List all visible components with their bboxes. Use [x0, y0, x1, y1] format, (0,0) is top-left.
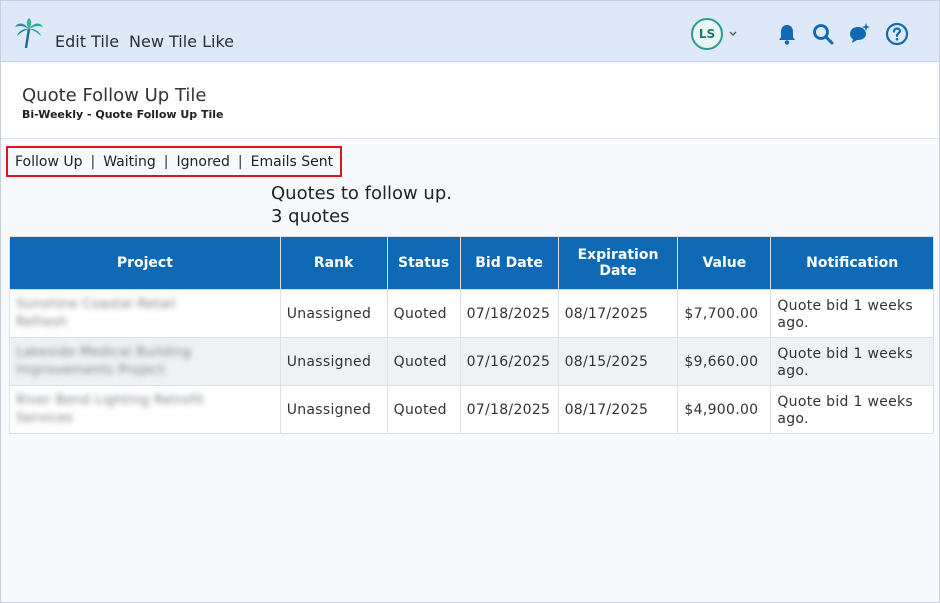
tab-separator: |	[163, 153, 169, 170]
project-name-redacted[interactable]: Sunshine Coastal Retail Refresh	[16, 296, 231, 332]
quotes-heading: Quotes to follow up.	[271, 183, 452, 204]
column-header-value[interactable]: Value	[677, 236, 772, 290]
cell-value: $7,700.00	[677, 289, 772, 338]
cell-value: $9,660.00	[677, 337, 772, 386]
palm-tree-logo[interactable]	[14, 17, 44, 49]
column-header-expiration-date[interactable]: Expiration Date	[557, 236, 679, 290]
cell-notification: Quote bid 1 weeks ago.	[770, 385, 934, 434]
project-name-redacted[interactable]: Lakeside Medical Building Improvements P…	[16, 344, 231, 380]
cell-rank: Unassigned	[279, 337, 388, 386]
cell-status: Quoted	[386, 337, 461, 386]
cell-status: Quoted	[386, 289, 461, 338]
column-header-bid-date[interactable]: Bid Date	[459, 236, 559, 290]
cell-expiration-date: 08/15/2025	[557, 337, 679, 386]
cell-project[interactable]: River Bend Lighting Retrofit Services	[9, 385, 281, 434]
tab-ignored[interactable]: Ignored	[177, 154, 230, 170]
tab-emails-sent[interactable]: Emails Sent	[251, 154, 333, 170]
tab-follow-up[interactable]: Follow Up	[15, 154, 83, 170]
table-header-row: Project Rank Status Bid Date Expiration …	[9, 236, 934, 290]
page-subtitle: Bi-Weekly - Quote Follow Up Tile	[22, 108, 224, 121]
cell-bid-date: 07/16/2025	[459, 337, 559, 386]
cell-bid-date: 07/18/2025	[459, 385, 559, 434]
cell-expiration-date: 08/17/2025	[557, 289, 679, 338]
project-name-redacted[interactable]: River Bend Lighting Retrofit Services	[16, 392, 231, 428]
chevron-down-icon[interactable]	[728, 30, 738, 38]
page-title: Quote Follow Up Tile	[22, 85, 207, 106]
user-avatar[interactable]: LS	[691, 18, 723, 50]
cell-expiration-date: 08/17/2025	[557, 385, 679, 434]
table-row[interactable]: Sunshine Coastal Retail Refresh Unassign…	[9, 289, 934, 338]
tab-separator: |	[90, 153, 96, 170]
table-row[interactable]: Lakeside Medical Building Improvements P…	[9, 337, 934, 386]
cell-notification: Quote bid 1 weeks ago.	[770, 289, 934, 338]
cell-bid-date: 07/18/2025	[459, 289, 559, 338]
column-header-status[interactable]: Status	[386, 236, 461, 290]
column-header-rank[interactable]: Rank	[279, 236, 388, 290]
cell-project[interactable]: Sunshine Coastal Retail Refresh	[9, 289, 281, 338]
cell-rank: Unassigned	[279, 385, 388, 434]
tab-waiting[interactable]: Waiting	[103, 154, 156, 170]
cell-project[interactable]: Lakeside Medical Building Improvements P…	[9, 337, 281, 386]
bell-icon[interactable]	[775, 22, 799, 46]
new-tile-like-link[interactable]: New Tile Like	[129, 32, 234, 51]
table-row[interactable]: River Bend Lighting Retrofit Services Un…	[9, 385, 934, 434]
cell-status: Quoted	[386, 385, 461, 434]
column-header-notification[interactable]: Notification	[770, 236, 934, 290]
cell-value: $4,900.00	[677, 385, 772, 434]
view-tabs: Follow Up | Waiting | Ignored | Emails S…	[6, 146, 342, 177]
cell-rank: Unassigned	[279, 289, 388, 338]
help-icon[interactable]	[885, 22, 909, 46]
tab-separator: |	[237, 153, 243, 170]
edit-tile-link[interactable]: Edit Tile	[55, 32, 119, 51]
quotes-table: Project Rank Status Bid Date Expiration …	[9, 236, 934, 434]
search-icon[interactable]	[811, 22, 835, 46]
cell-notification: Quote bid 1 weeks ago.	[770, 337, 934, 386]
quotes-count: 3 quotes	[271, 206, 350, 227]
tile-header: Quote Follow Up Tile Bi-Weekly - Quote F…	[1, 63, 939, 139]
column-header-project[interactable]: Project	[9, 236, 281, 290]
top-bar: Edit Tile New Tile Like LS	[1, 1, 939, 62]
ai-chat-icon[interactable]	[847, 22, 871, 46]
